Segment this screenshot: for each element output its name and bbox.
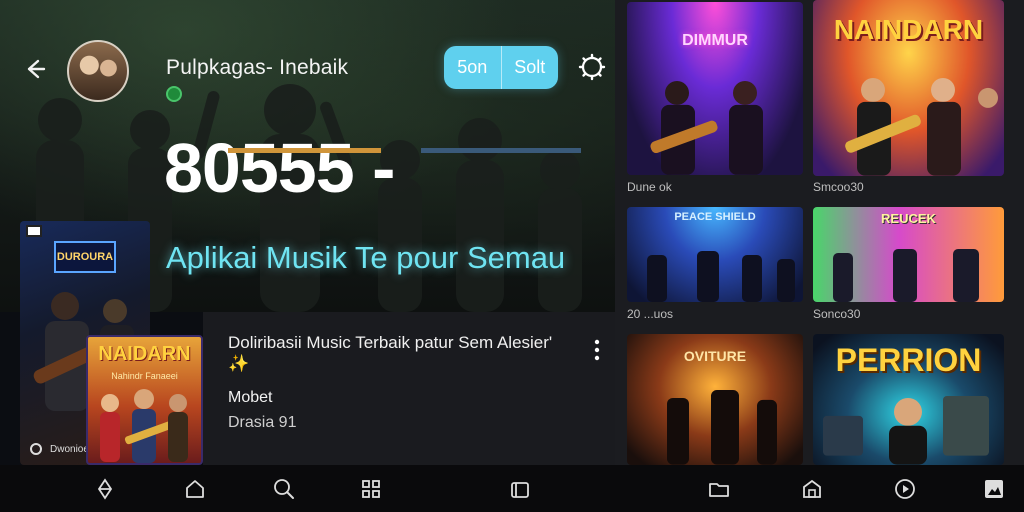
grid-card-title: PEACE SHIELD [674, 211, 756, 223]
grid-card-title: PERRION [835, 342, 982, 378]
artist-name[interactable]: Mobet [228, 389, 272, 407]
library-icon [511, 482, 529, 498]
nav-store[interactable] [798, 475, 826, 503]
folder-icon [709, 483, 729, 497]
grid-card-caption: Sonco30 [813, 307, 861, 321]
arrow-left-icon [27, 59, 46, 79]
nav-explore[interactable] [91, 475, 119, 503]
track-title: Doliribasii Music Terbaik patur Sem Ales… [228, 332, 558, 374]
band-figures [833, 249, 979, 302]
card-subtitle: Dwonioe [50, 444, 89, 455]
hero-number: 80555 - [164, 129, 395, 207]
nav-play[interactable] [891, 475, 919, 503]
bottom-navigation [0, 465, 1024, 512]
band-figures [845, 78, 998, 176]
gear-icon[interactable] [578, 53, 606, 81]
band-figures [823, 396, 989, 465]
track-meta: Drasia 91 [228, 414, 297, 431]
info-icon [30, 443, 42, 455]
nav-library[interactable] [506, 475, 534, 503]
toggle-left-option[interactable]: 5on [444, 46, 501, 89]
profile-icon [985, 480, 1003, 498]
mode-toggle[interactable]: 5on Solt [444, 46, 558, 89]
grid-card-title: NAINDARN [833, 14, 984, 45]
play-icon [895, 479, 915, 499]
sparkle-icon: ✨ [228, 354, 250, 373]
home-icon [186, 480, 204, 498]
flag-icon [26, 225, 42, 237]
grid-card-3[interactable]: PEACE SHIELD [627, 207, 803, 302]
track-title-text: Doliribasii Music Terbaik patur Sem Ales… [228, 333, 553, 352]
grid-card-1[interactable]: DIMMUR [627, 2, 803, 175]
more-vertical-icon [594, 339, 600, 361]
nav-search[interactable] [270, 475, 298, 503]
grid-icon [362, 480, 380, 498]
card-logo: DUROURA [54, 241, 116, 273]
grid-card-title: OVITURE [683, 348, 747, 364]
grid-card-6[interactable]: PERRION [813, 334, 1004, 465]
nav-profile[interactable] [980, 475, 1008, 503]
grid-card-caption: Smcoo30 [813, 180, 864, 194]
band-figures [100, 389, 188, 463]
hero-tagline: Aplikai Musik Te pour Semau [166, 240, 566, 275]
grid-card-2[interactable]: NAINDARN [813, 0, 1004, 176]
album-cover-card[interactable]: NAIDARN Nahindr Fanaeei [86, 335, 203, 465]
toggle-right-option[interactable]: Solt [500, 46, 559, 89]
store-icon [803, 479, 821, 498]
album-title: NAIDARN [98, 343, 191, 365]
nav-grid[interactable] [357, 475, 385, 503]
verified-badge-icon [166, 86, 182, 102]
grid-card-title: DIMMUR [682, 32, 748, 49]
explore-icon [97, 478, 113, 500]
now-playing-panel: Doliribasii Music Terbaik patur Sem Ales… [203, 312, 625, 465]
thumbnail-strip-2[interactable] [421, 148, 581, 153]
band-figures [647, 251, 795, 302]
avatar[interactable] [67, 40, 129, 102]
grid-card-4[interactable]: REUCEK [813, 207, 1004, 302]
grid-card-title: REUCEK [881, 211, 936, 226]
grid-card-caption: 20 ...uos [627, 307, 674, 321]
album-subtitle: Nahindr Fanaeei [111, 371, 178, 381]
thumbnail-strip-1[interactable] [228, 148, 381, 153]
search-icon [274, 479, 294, 499]
grid-card-caption: Dune ok [627, 180, 672, 194]
nav-folder[interactable] [705, 475, 733, 503]
band-figures [650, 81, 763, 175]
more-options-button[interactable] [583, 336, 611, 364]
channel-title: Pulpkagas- Inebaik [166, 56, 349, 79]
nav-home[interactable] [181, 475, 209, 503]
grid-card-5[interactable]: OVITURE [627, 334, 803, 465]
band-figures [667, 390, 777, 465]
back-button[interactable] [20, 54, 50, 84]
